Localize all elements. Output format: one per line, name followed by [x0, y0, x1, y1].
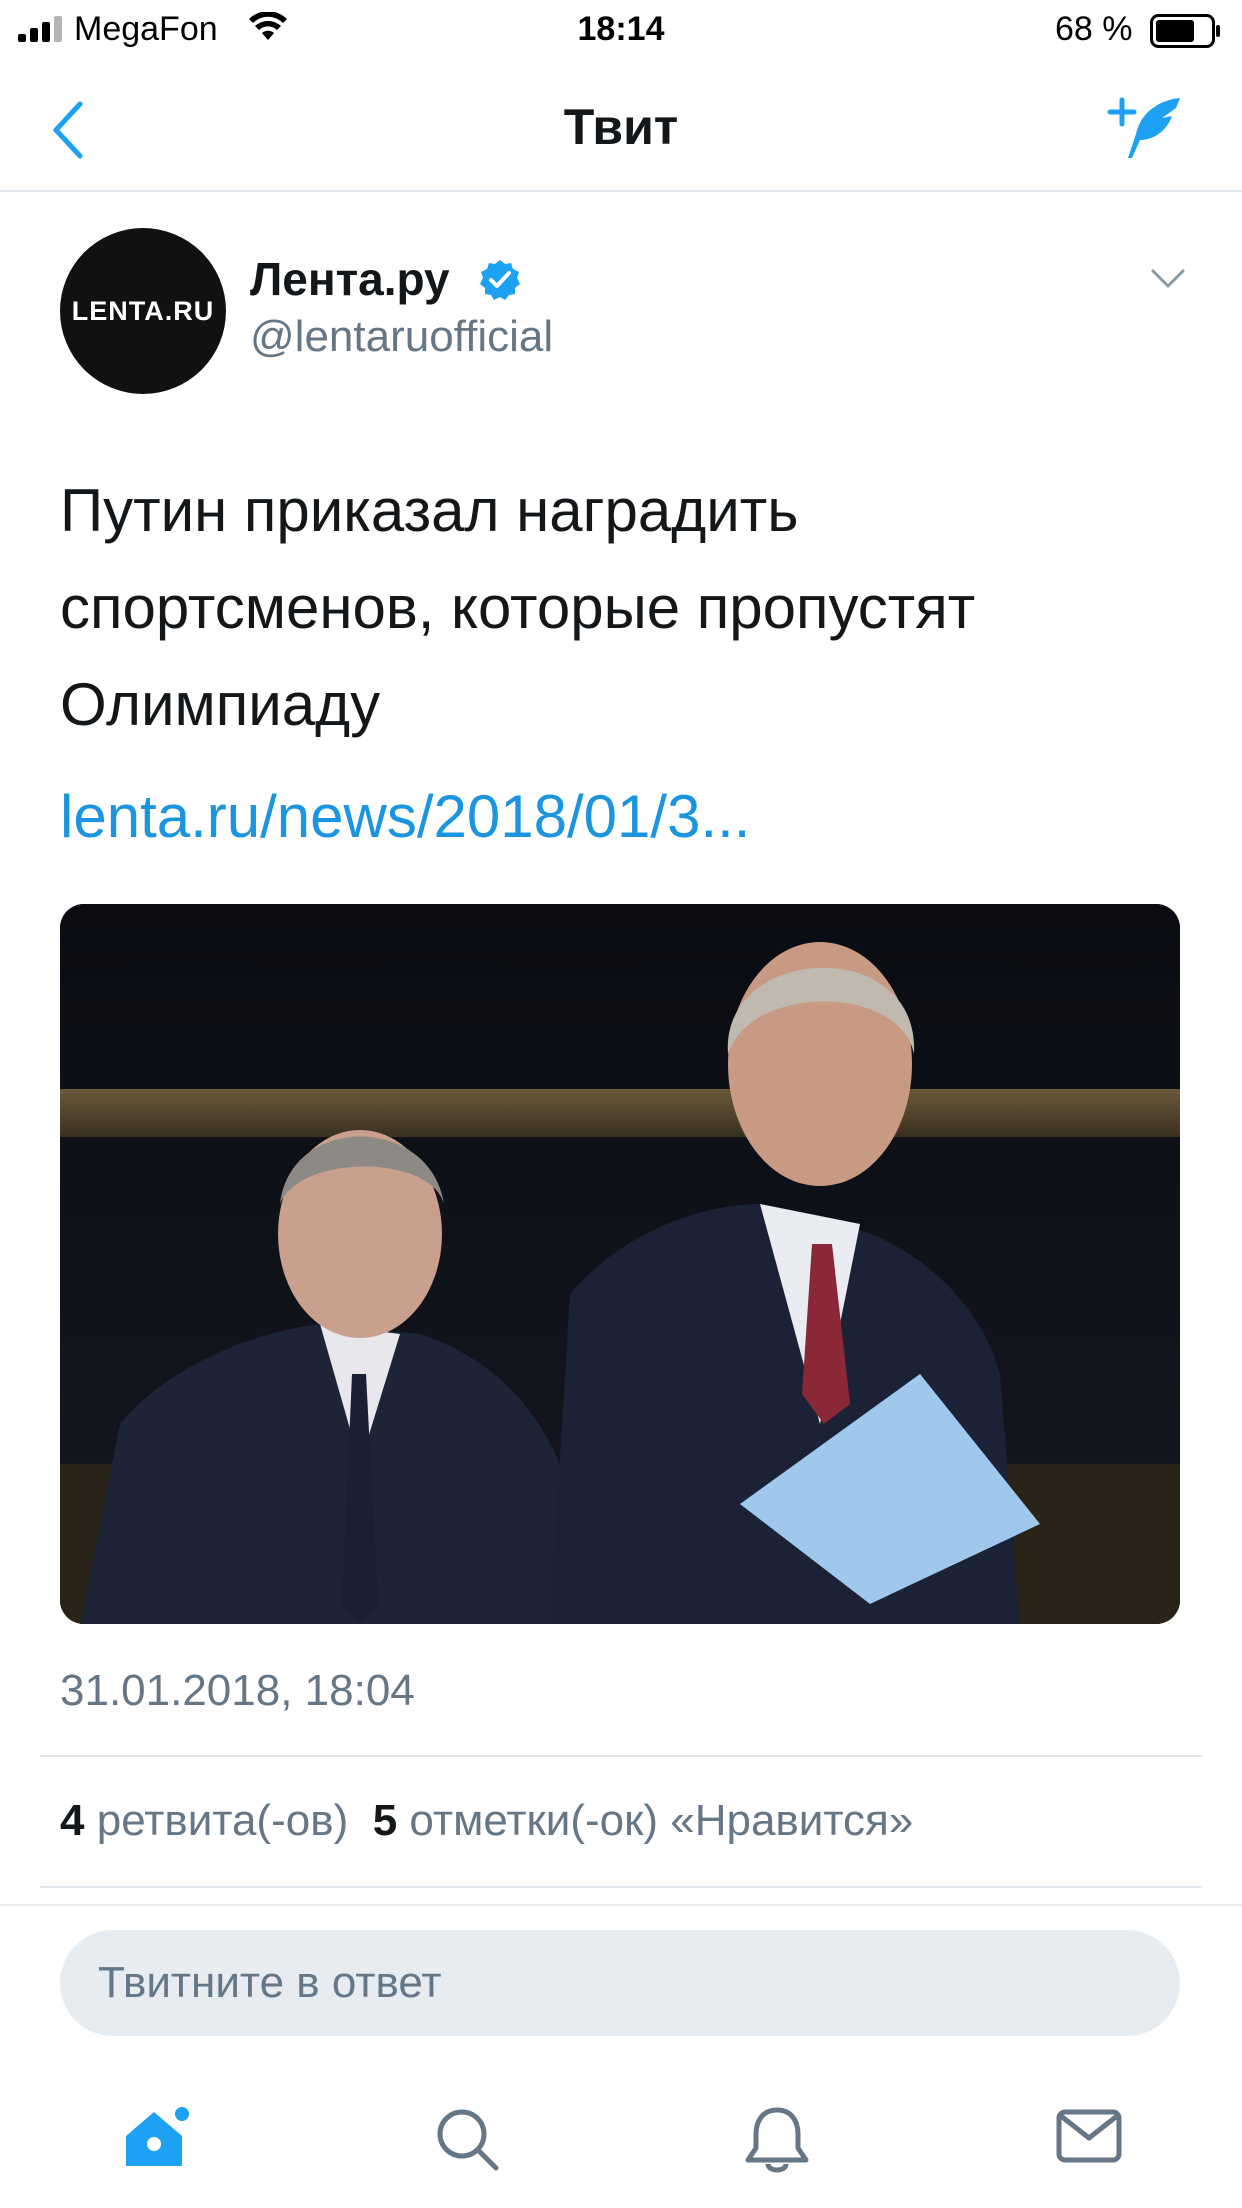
home-icon[interactable] — [120, 2106, 192, 2170]
navigation-bar: Твит — [0, 62, 1242, 192]
retweet-count[interactable]: 4 — [60, 1796, 84, 1845]
search-icon[interactable] — [434, 2106, 502, 2174]
author-name[interactable]: Лента.ру — [250, 252, 450, 306]
like-count[interactable]: 5 — [373, 1796, 397, 1845]
chevron-down-icon[interactable] — [1150, 268, 1186, 290]
author-handle[interactable]: @lentaruofficial — [250, 312, 553, 362]
retweet-label[interactable]: ретвита(-ов) — [97, 1796, 349, 1845]
verified-badge-icon — [480, 260, 520, 300]
tweet-text: Путин приказал наградить спортсменов, ко… — [60, 477, 976, 738]
divider — [40, 1886, 1202, 1888]
battery-icon — [1150, 14, 1220, 48]
page-title: Твит — [563, 99, 679, 155]
tweet-link[interactable]: lenta.ru/news/2018/01/3... — [60, 782, 750, 851]
tweet-photo[interactable] — [60, 904, 1180, 1624]
tweet-timestamp: 31.01.2018, 18:04 — [60, 1666, 415, 1715]
tab-bar — [0, 2076, 1242, 2208]
notifications-icon[interactable] — [744, 2106, 810, 2174]
battery-percent: 68 % — [1055, 10, 1133, 48]
messages-icon[interactable] — [1056, 2106, 1122, 2164]
divider — [0, 1904, 1242, 1906]
compose-tweet-icon[interactable] — [1106, 92, 1186, 162]
avatar[interactable]: LENTA.RU — [60, 228, 226, 394]
tweet-stats: 4 ретвита(-ов) 5 отметки(-ок) «Нравится» — [60, 1796, 913, 1846]
avatar-logo-text: LENTA.RU — [71, 295, 215, 326]
like-label[interactable]: отметки(-ок) «Нравится» — [409, 1796, 913, 1845]
status-bar: MegaFon 18:14 68 % — [0, 0, 1242, 62]
divider — [40, 1755, 1202, 1757]
reply-placeholder: Твитните в ответ — [98, 1958, 442, 2007]
reply-input[interactable]: Твитните в ответ — [60, 1930, 1180, 2036]
